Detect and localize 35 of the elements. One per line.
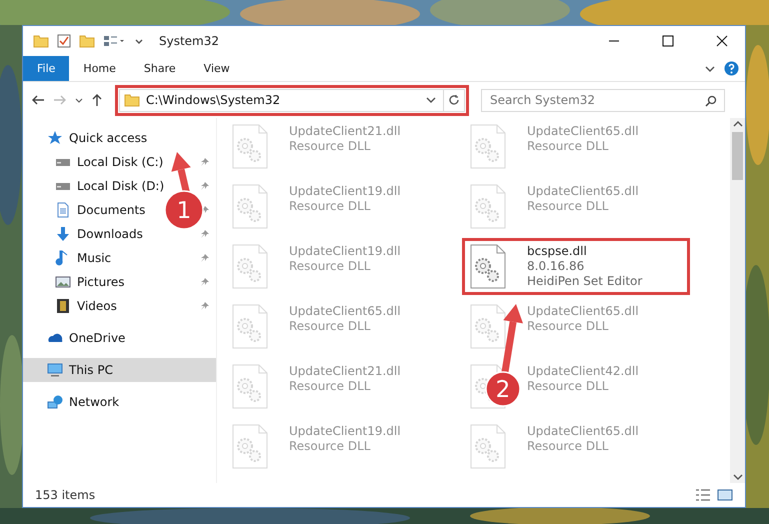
- item-count: 153 items: [35, 488, 96, 502]
- sidebar-item[interactable]: Documents: [55, 198, 146, 222]
- file-detail: Resource DLL: [527, 379, 610, 393]
- file-detail: 8.0.16.86: [527, 259, 586, 273]
- sidebar-item[interactable]: Videos: [55, 294, 117, 318]
- sidebar-item[interactable]: Local Disk (C:): [55, 150, 164, 174]
- file-detail: Resource DLL: [289, 259, 372, 273]
- sidebar-item[interactable]: This PC: [23, 358, 216, 382]
- file-detail: Resource DLL: [289, 319, 372, 333]
- ribbon-tab[interactable]: Home: [69, 56, 130, 81]
- search-field[interactable]: Search System32: [481, 88, 725, 112]
- file-detail: Resource DLL: [527, 199, 610, 213]
- sidebar-item[interactable]: Network: [23, 390, 216, 414]
- step-number: 1: [176, 198, 192, 224]
- sidebar-item[interactable]: Music: [55, 246, 112, 270]
- file-detail: Resource DLL: [289, 199, 372, 213]
- sidebar-item[interactable]: Downloads: [55, 222, 143, 246]
- ribbon-tab[interactable]: File: [23, 56, 70, 81]
- highlighted-file-tile[interactable]: bcspse.dll 8.0.16.86 HeidiPen Set Editor: [465, 241, 687, 292]
- file-detail: Resource DLL: [527, 439, 610, 453]
- window-title: System32: [159, 34, 220, 48]
- file-detail: Resource DLL: [289, 139, 372, 153]
- file-detail: Resource DLL: [289, 439, 372, 453]
- sidebar-item[interactable]: Pictures: [55, 270, 125, 294]
- file-detail: HeidiPen Set Editor: [527, 274, 642, 288]
- ribbon-tab[interactable]: View: [190, 56, 244, 81]
- file-name[interactable]: bcspse.dll: [527, 244, 642, 258]
- step-number: 2: [496, 377, 510, 403]
- file-detail: Resource DLL: [527, 139, 610, 153]
- file-detail: Resource DLL: [289, 379, 372, 393]
- ribbon-tab[interactable]: Share: [130, 56, 190, 81]
- file-detail: Resource DLL: [527, 319, 610, 333]
- sidebar-item[interactable]: OneDrive: [23, 326, 216, 350]
- sidebar-item[interactable]: Local Disk (D:): [55, 174, 164, 198]
- sidebar-item[interactable]: Quick access: [23, 126, 216, 150]
